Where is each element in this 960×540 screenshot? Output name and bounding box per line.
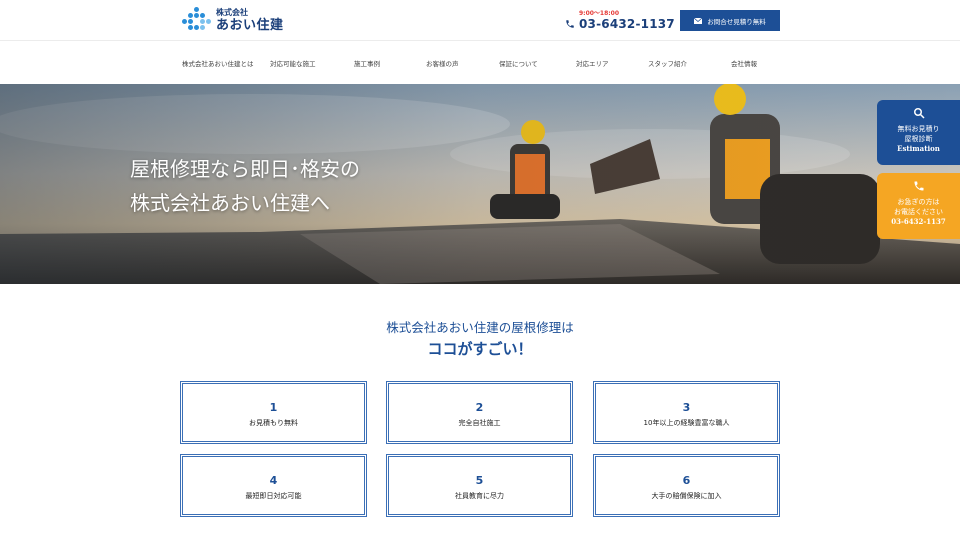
feature-card: 1 お見積もり無料 [180, 381, 367, 444]
estimate-line3: Estimation [897, 144, 940, 153]
nav-item-about[interactable]: 株式会社あおい住建とは [182, 58, 254, 68]
feature-card: 4 最短即日対応可能 [180, 454, 367, 517]
hero-headline-line1: 屋根修理なら即日･格安の [130, 157, 360, 181]
nav-item-services[interactable]: 対応可能な施工 [270, 58, 316, 68]
feature-label: 社員教育に尽力 [455, 492, 504, 500]
feature-card: 3 10年以上の経験豊富な職人 [593, 381, 780, 444]
call-line3: 03-6432-1137 [891, 217, 946, 226]
phone-icon [566, 20, 574, 28]
nav-item-voices[interactable]: お客様の声 [426, 58, 459, 68]
nav-item-company[interactable]: 会社情報 [731, 58, 757, 68]
logo-subtitle: 株式会社 [216, 7, 248, 17]
phone-icon [914, 181, 923, 191]
feature-label: 完全自社施工 [458, 419, 501, 427]
call-line2: お電話ください [894, 208, 943, 216]
contact-button-label: お問合せ見積り無料 [707, 17, 766, 26]
logo-title: あおい住建 [216, 17, 284, 33]
company-logo[interactable]: 株式会社 あおい住建 [182, 7, 284, 33]
logo-dots-icon [182, 7, 212, 33]
feature-number: 6 [682, 474, 691, 487]
feature-label: 大手の賠償保険に加入 [651, 492, 722, 500]
feature-card: 2 完全自社施工 [386, 381, 573, 444]
business-hours: 9:00～18:00 [579, 10, 620, 17]
site-header: 株式会社 あおい住建 9:00～18:00 03-6432-1137 お問合せ見… [0, 0, 960, 40]
search-icon [913, 108, 925, 119]
contact-estimate-button[interactable]: お問合せ見積り無料 [680, 10, 780, 31]
feature-label: お見積もり無料 [249, 419, 298, 427]
nav-item-staff[interactable]: スタッフ紹介 [648, 58, 687, 68]
feature-number: 1 [269, 401, 278, 414]
nav-item-warranty[interactable]: 保証について [499, 58, 538, 68]
feature-card: 5 社員教育に尽力 [386, 454, 573, 517]
estimate-line2: 屋根診断 [904, 135, 933, 143]
mail-icon [694, 17, 703, 24]
feature-number: 2 [475, 401, 484, 414]
side-estimate-button[interactable]: 無料お見積り 屋根診断 Estimation [877, 100, 960, 165]
hero-headline-line2: 株式会社あおい住建へ [130, 191, 330, 215]
feature-number: 3 [682, 401, 691, 414]
feature-number: 5 [475, 474, 484, 487]
hero-headline: 屋根修理なら即日･格安の 株式会社あおい住建へ [130, 152, 360, 220]
hero-banner: 屋根修理なら即日･格安の 株式会社あおい住建へ [0, 84, 960, 284]
feature-label: 10年以上の経験豊富な職人 [643, 419, 730, 427]
call-line1: お急ぎの方は [897, 198, 940, 206]
global-nav: 株式会社あおい住建とは 対応可能な施工 施工事例 お客様の声 保証について 対応… [0, 40, 960, 84]
side-call-button[interactable]: お急ぎの方は お電話ください 03-6432-1137 [877, 173, 960, 239]
phone-number: 03-6432-1137 [579, 17, 675, 31]
feature-card: 6 大手の賠償保険に加入 [593, 454, 780, 517]
feature-number: 4 [269, 474, 278, 487]
nav-item-area[interactable]: 対応エリア [576, 58, 609, 68]
nav-item-works[interactable]: 施工事例 [354, 58, 380, 68]
section-title-line1: 株式会社あおい住建の屋根修理は [386, 320, 574, 335]
estimate-line1: 無料お見積り [897, 125, 940, 133]
feature-label: 最短即日対応可能 [245, 492, 302, 500]
section-title-line2: ココがすごい！ [427, 340, 533, 358]
